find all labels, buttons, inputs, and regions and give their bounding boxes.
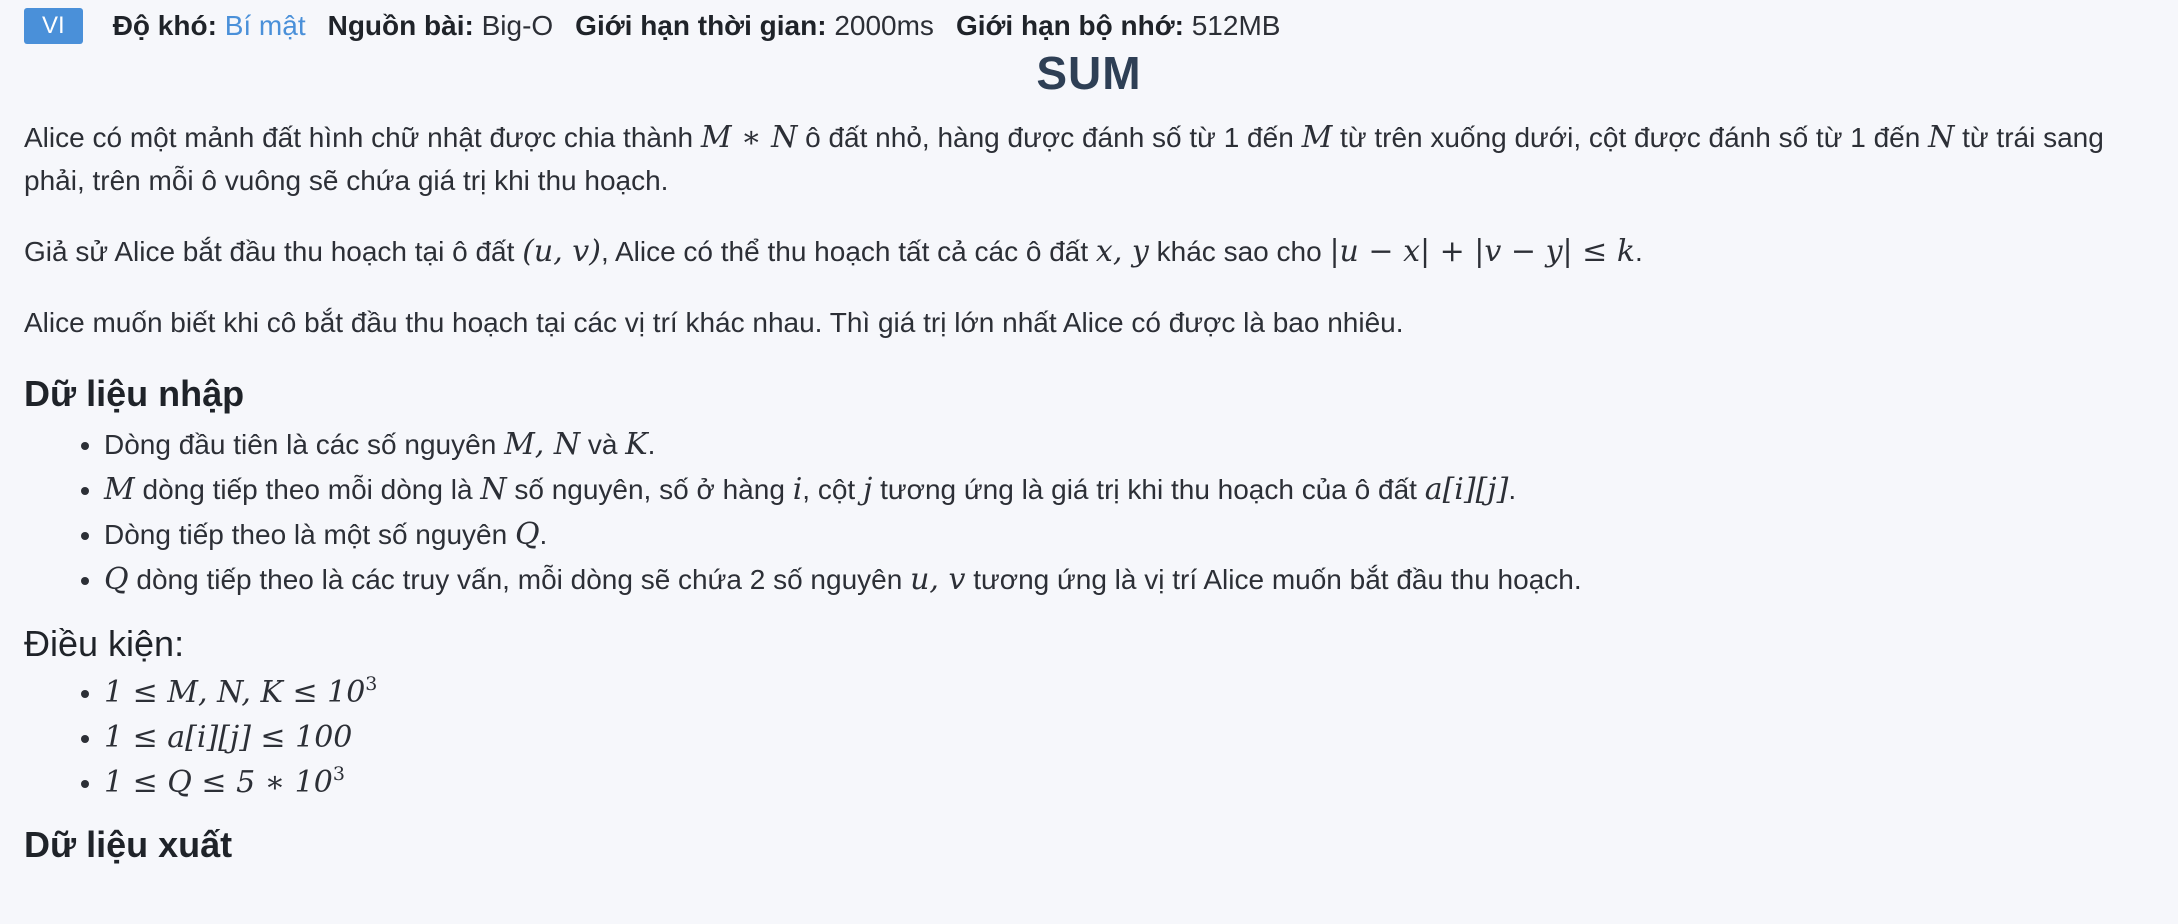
text: tương ứng là giá trị khi thu hoạch của ô… [872, 474, 1425, 505]
text: dòng tiếp theo mỗi dòng là [134, 474, 481, 505]
problem-page: VI Độ khó: Bí mật Nguồn bài: Big-O Giới … [0, 0, 2178, 924]
math: K [625, 427, 648, 462]
time-limit-label: Giới hạn thời gian: [575, 10, 827, 41]
math: M [1301, 120, 1333, 155]
input-heading: Dữ liệu nhập [24, 373, 245, 414]
math: M ∗ N [700, 120, 798, 155]
input-item-1: Dòng đầu tiên là các số nguyên M, N và K… [104, 422, 2154, 467]
math: a[i][j] [1424, 472, 1509, 507]
difficulty-meta: Độ khó: Bí mật [113, 10, 306, 42]
text: số nguyên, số ở hàng [506, 474, 793, 505]
statement-paragraph-2: Giả sử Alice bắt đầu thu hoạch tại ô đất… [24, 230, 2154, 273]
constraint-item-1: 1 ≤ M, N, K ≤ 103 [104, 670, 2154, 715]
text: Dòng tiếp theo là một số nguyên [104, 519, 515, 550]
output-heading: Dữ liệu xuất [24, 824, 233, 865]
math-base: 1 ≤ Q ≤ 5 ∗ 10 [104, 765, 333, 800]
input-item-4: Q dòng tiếp theo là các truy vấn, mỗi dò… [104, 557, 2154, 602]
source-value: Big-O [481, 10, 554, 41]
time-limit-meta: Giới hạn thời gian: 2000ms [575, 10, 934, 42]
text: Alice có một mảnh đất hình chữ nhật được… [24, 122, 701, 153]
memory-limit-label: Giới hạn bộ nhớ: [955, 10, 1184, 41]
math: 1 ≤ M, N, K ≤ 103 [104, 673, 378, 711]
math: Q [514, 517, 540, 552]
math-exponent: 3 [332, 763, 345, 785]
text: từ trên xuống dưới, cột được đánh số từ … [1332, 122, 1929, 153]
math: N [1928, 120, 1955, 155]
text: Dòng đầu tiên là các số nguyên [104, 429, 505, 460]
statement-paragraph-1: Alice có một mảnh đất hình chữ nhật được… [24, 116, 2154, 202]
text: ô đất nhỏ, hàng được đánh số từ 1 đến [797, 122, 1302, 153]
text: . [1508, 474, 1517, 505]
math: u, v [910, 562, 966, 597]
problem-info-bar: VI Độ khó: Bí mật Nguồn bài: Big-O Giới … [24, 8, 1302, 44]
text: , Alice có thể thu hoạch tất cả các ô đấ… [600, 236, 1096, 267]
constraint-item-3: 1 ≤ Q ≤ 5 ∗ 103 [104, 760, 2154, 805]
text: . [1635, 236, 1643, 267]
math: 1 ≤ Q ≤ 5 ∗ 103 [104, 763, 345, 801]
math: M, N [504, 427, 581, 462]
math: N [480, 472, 507, 507]
memory-limit-value: 512MB [1191, 10, 1281, 41]
difficulty-value[interactable]: Bí mật [225, 10, 306, 41]
math: M [104, 472, 135, 507]
text: . [647, 429, 656, 460]
input-list: Dòng đầu tiên là các số nguyên M, N và K… [24, 422, 2154, 602]
math: j [863, 472, 873, 507]
source-label: Nguồn bài: [327, 10, 474, 41]
time-limit-value: 2000ms [834, 10, 934, 41]
problem-title: SUM [1036, 47, 1142, 99]
text: , cột [802, 474, 863, 505]
constraints-heading: Điều kiện: [24, 623, 185, 664]
text: và [580, 429, 626, 460]
problem-statement: Alice có một mảnh đất hình chữ nhật được… [24, 116, 2154, 873]
memory-limit-meta: Giới hạn bộ nhớ: 512MB [956, 10, 1281, 42]
math: 1 ≤ a[i][j] ≤ 100 [104, 720, 352, 755]
text: . [539, 519, 548, 550]
math: i [792, 472, 803, 507]
math: x, y [1095, 234, 1149, 269]
text: khác sao cho [1148, 236, 1330, 267]
text: tương ứng là vị trí Alice muốn bắt đầu t… [965, 564, 1582, 595]
difficulty-label: Độ khó: [112, 10, 217, 41]
constraint-item-2: 1 ≤ a[i][j] ≤ 100 [104, 715, 2154, 760]
math-exponent: 3 [365, 673, 378, 695]
input-item-2: M dòng tiếp theo mỗi dòng là N số nguyên… [104, 467, 2154, 512]
text: dòng tiếp theo là các truy vấn, mỗi dòng… [128, 564, 911, 595]
math: |u − x| + |v − y| ≤ k [1329, 234, 1636, 269]
math: (u, v) [522, 234, 601, 269]
statement-paragraph-3: Alice muốn biết khi cô bắt đầu thu hoạch… [24, 307, 1404, 338]
language-badge[interactable]: VI [24, 8, 83, 44]
input-item-3: Dòng tiếp theo là một số nguyên Q. [104, 512, 2154, 557]
math: Q [104, 562, 129, 597]
text: Giả sử Alice bắt đầu thu hoạch tại ô đất [24, 236, 523, 267]
math-base: 1 ≤ a[i][j] ≤ 100 [104, 720, 353, 755]
source-meta: Nguồn bài: Big-O [328, 10, 554, 42]
constraints-list: 1 ≤ M, N, K ≤ 103 1 ≤ a[i][j] ≤ 100 1 ≤ … [24, 670, 2154, 805]
math-base: 1 ≤ M, N, K ≤ 10 [104, 675, 366, 710]
